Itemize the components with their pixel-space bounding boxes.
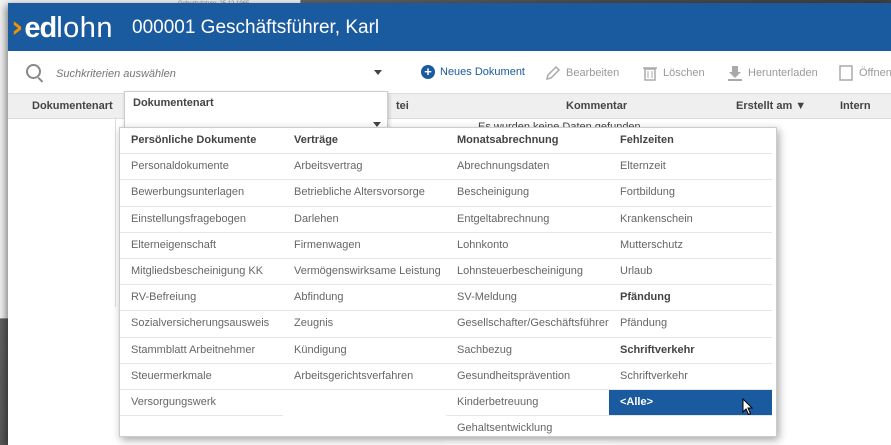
dropdown-option[interactable]: Lohnsteuerbescheinigung — [446, 259, 609, 286]
dropdown-column: Persönliche Dokumente Personaldokumente Be… — [120, 128, 283, 436]
dropdown-option[interactable]: Krankenschein — [609, 207, 772, 233]
dropdown-column: Monatsabrechnung Abrechnungsdaten Beschein… — [446, 128, 609, 443]
dropdown-option[interactable]: Kinderbetreuung — [446, 390, 609, 417]
title-bar: › ed lohn 000001 Geschäftsführer, Karl — [8, 3, 891, 51]
dropdown-option[interactable]: Sachbezug — [446, 338, 609, 364]
dropdown-option[interactable]: Fortbildung — [609, 180, 772, 207]
dropdown-option[interactable]: Vermögenswirksame Leistung — [283, 259, 446, 286]
dropdown-option[interactable]: Gehaltsentwicklung — [446, 416, 609, 443]
dropdown-option[interactable]: Pfändung — [609, 311, 772, 338]
open-button[interactable]: Öffnen — [838, 65, 891, 81]
edit-button[interactable]: Bearbeiten — [545, 65, 619, 81]
dropdown-option[interactable]: Personaldokumente — [120, 154, 283, 181]
dropdown-column: Verträge Arbeitsvertrag Betriebliche Alter… — [283, 128, 446, 436]
dropdown-option[interactable]: Schriftverkehr — [609, 364, 772, 390]
column-divider — [115, 117, 116, 307]
dropdown-option[interactable]: Abfindung — [283, 285, 446, 312]
dropdown-group-header: Schriftverkehr — [609, 338, 772, 364]
dropdown-option[interactable]: Steuermerkmale — [120, 364, 283, 390]
dropdown-option[interactable]: Einstellungsfragebogen — [120, 207, 283, 233]
column-header-kommentar[interactable]: Kommentar — [566, 100, 627, 112]
window-title: 000001 Geschäftsführer, Karl — [132, 17, 380, 38]
dropdown-group-header: Pfändung — [609, 285, 772, 312]
dropdown-option[interactable]: Zeugnis — [283, 311, 446, 338]
trash-icon — [643, 67, 657, 81]
dropdown-group-header: Verträge — [283, 128, 446, 155]
dropdown-option[interactable]: Gesellschafter/Geschäftsführer — [446, 311, 609, 338]
dropdown-option[interactable]: Versorgungswerk — [120, 390, 283, 417]
dropdown-option[interactable]: Sozialversicherungsausweis — [120, 311, 283, 338]
pencil-icon — [545, 65, 561, 81]
dropdown-option[interactable]: Betriebliche Altersvorsorge — [283, 180, 446, 207]
dropdown-column: Fehlzeiten Elternzeit Fortbildung Krankensc… — [609, 128, 772, 436]
download-icon — [728, 66, 742, 81]
delete-button[interactable]: Löschen — [642, 65, 705, 81]
dropdown-option[interactable]: Entgeltabrechnung — [446, 207, 609, 233]
toolbar: + Neues Dokument Bearbeiten Löschen Heru… — [8, 58, 891, 90]
dropdown-option[interactable]: Elternzeit — [609, 154, 772, 181]
dropdown-option[interactable]: Darlehen — [283, 207, 446, 233]
logo-arrow-icon: › — [11, 10, 24, 45]
dropdown-option[interactable]: Urlaub — [609, 259, 772, 286]
dropdown-option[interactable]: Abrechnungsdaten — [446, 154, 609, 181]
new-document-button[interactable]: + Neues Dokument — [421, 65, 525, 79]
dropdown-option[interactable]: Mutterschutz — [609, 233, 772, 259]
search-icon[interactable] — [26, 64, 41, 79]
dropdown-option[interactable]: Lohnkonto — [446, 233, 609, 259]
filter-label: Dokumentenart — [133, 97, 214, 109]
dropdown-option[interactable]: Gesundheitsprävention — [446, 364, 609, 390]
dropdown-option[interactable]: Arbeitsvertrag — [283, 154, 446, 181]
mouse-cursor-icon — [742, 398, 754, 416]
edlohn-logo: › ed lohn — [11, 10, 114, 45]
dropdown-option[interactable]: Firmenwagen — [283, 233, 446, 259]
column-header-datei[interactable]: tei — [396, 100, 409, 112]
dropdown-group-header: Fehlzeiten — [609, 128, 772, 155]
search-input[interactable] — [54, 62, 388, 86]
column-header-intern[interactable]: Intern — [840, 100, 871, 112]
dropdown-option[interactable]: Mitgliedsbescheinigung KK — [120, 259, 283, 286]
dropdown-option[interactable]: Arbeitsgerichtsverfahren — [283, 364, 446, 390]
dropdown-option[interactable]: Kündigung — [283, 338, 446, 364]
plus-circle-icon: + — [421, 65, 435, 79]
column-header-dokumentenart[interactable]: Dokumentenart — [32, 100, 113, 112]
dropdown-option[interactable]: Stammblatt Arbeitnehmer — [120, 338, 283, 364]
dropdown-group-header: Monatsabrechnung — [446, 128, 609, 155]
dokumentenart-dropdown: Persönliche Dokumente Personaldokumente Be… — [119, 127, 777, 443]
download-button[interactable]: Herunterladen — [727, 65, 818, 81]
column-header-erstellt-am[interactable]: Erstellt am ▼ — [736, 100, 806, 112]
dropdown-option[interactable]: SV-Meldung — [446, 285, 609, 312]
dropdown-group-header: Persönliche Dokumente — [120, 128, 283, 155]
dropdown-option[interactable]: RV-Befreiung — [120, 285, 283, 312]
dropdown-option[interactable]: Elterneigenschaft — [120, 233, 283, 259]
chevron-down-icon[interactable] — [374, 70, 382, 75]
document-icon — [839, 65, 853, 81]
dropdown-option[interactable]: Bescheinigung — [446, 180, 609, 207]
dropdown-option[interactable]: Bewerbungsunterlagen — [120, 180, 283, 207]
